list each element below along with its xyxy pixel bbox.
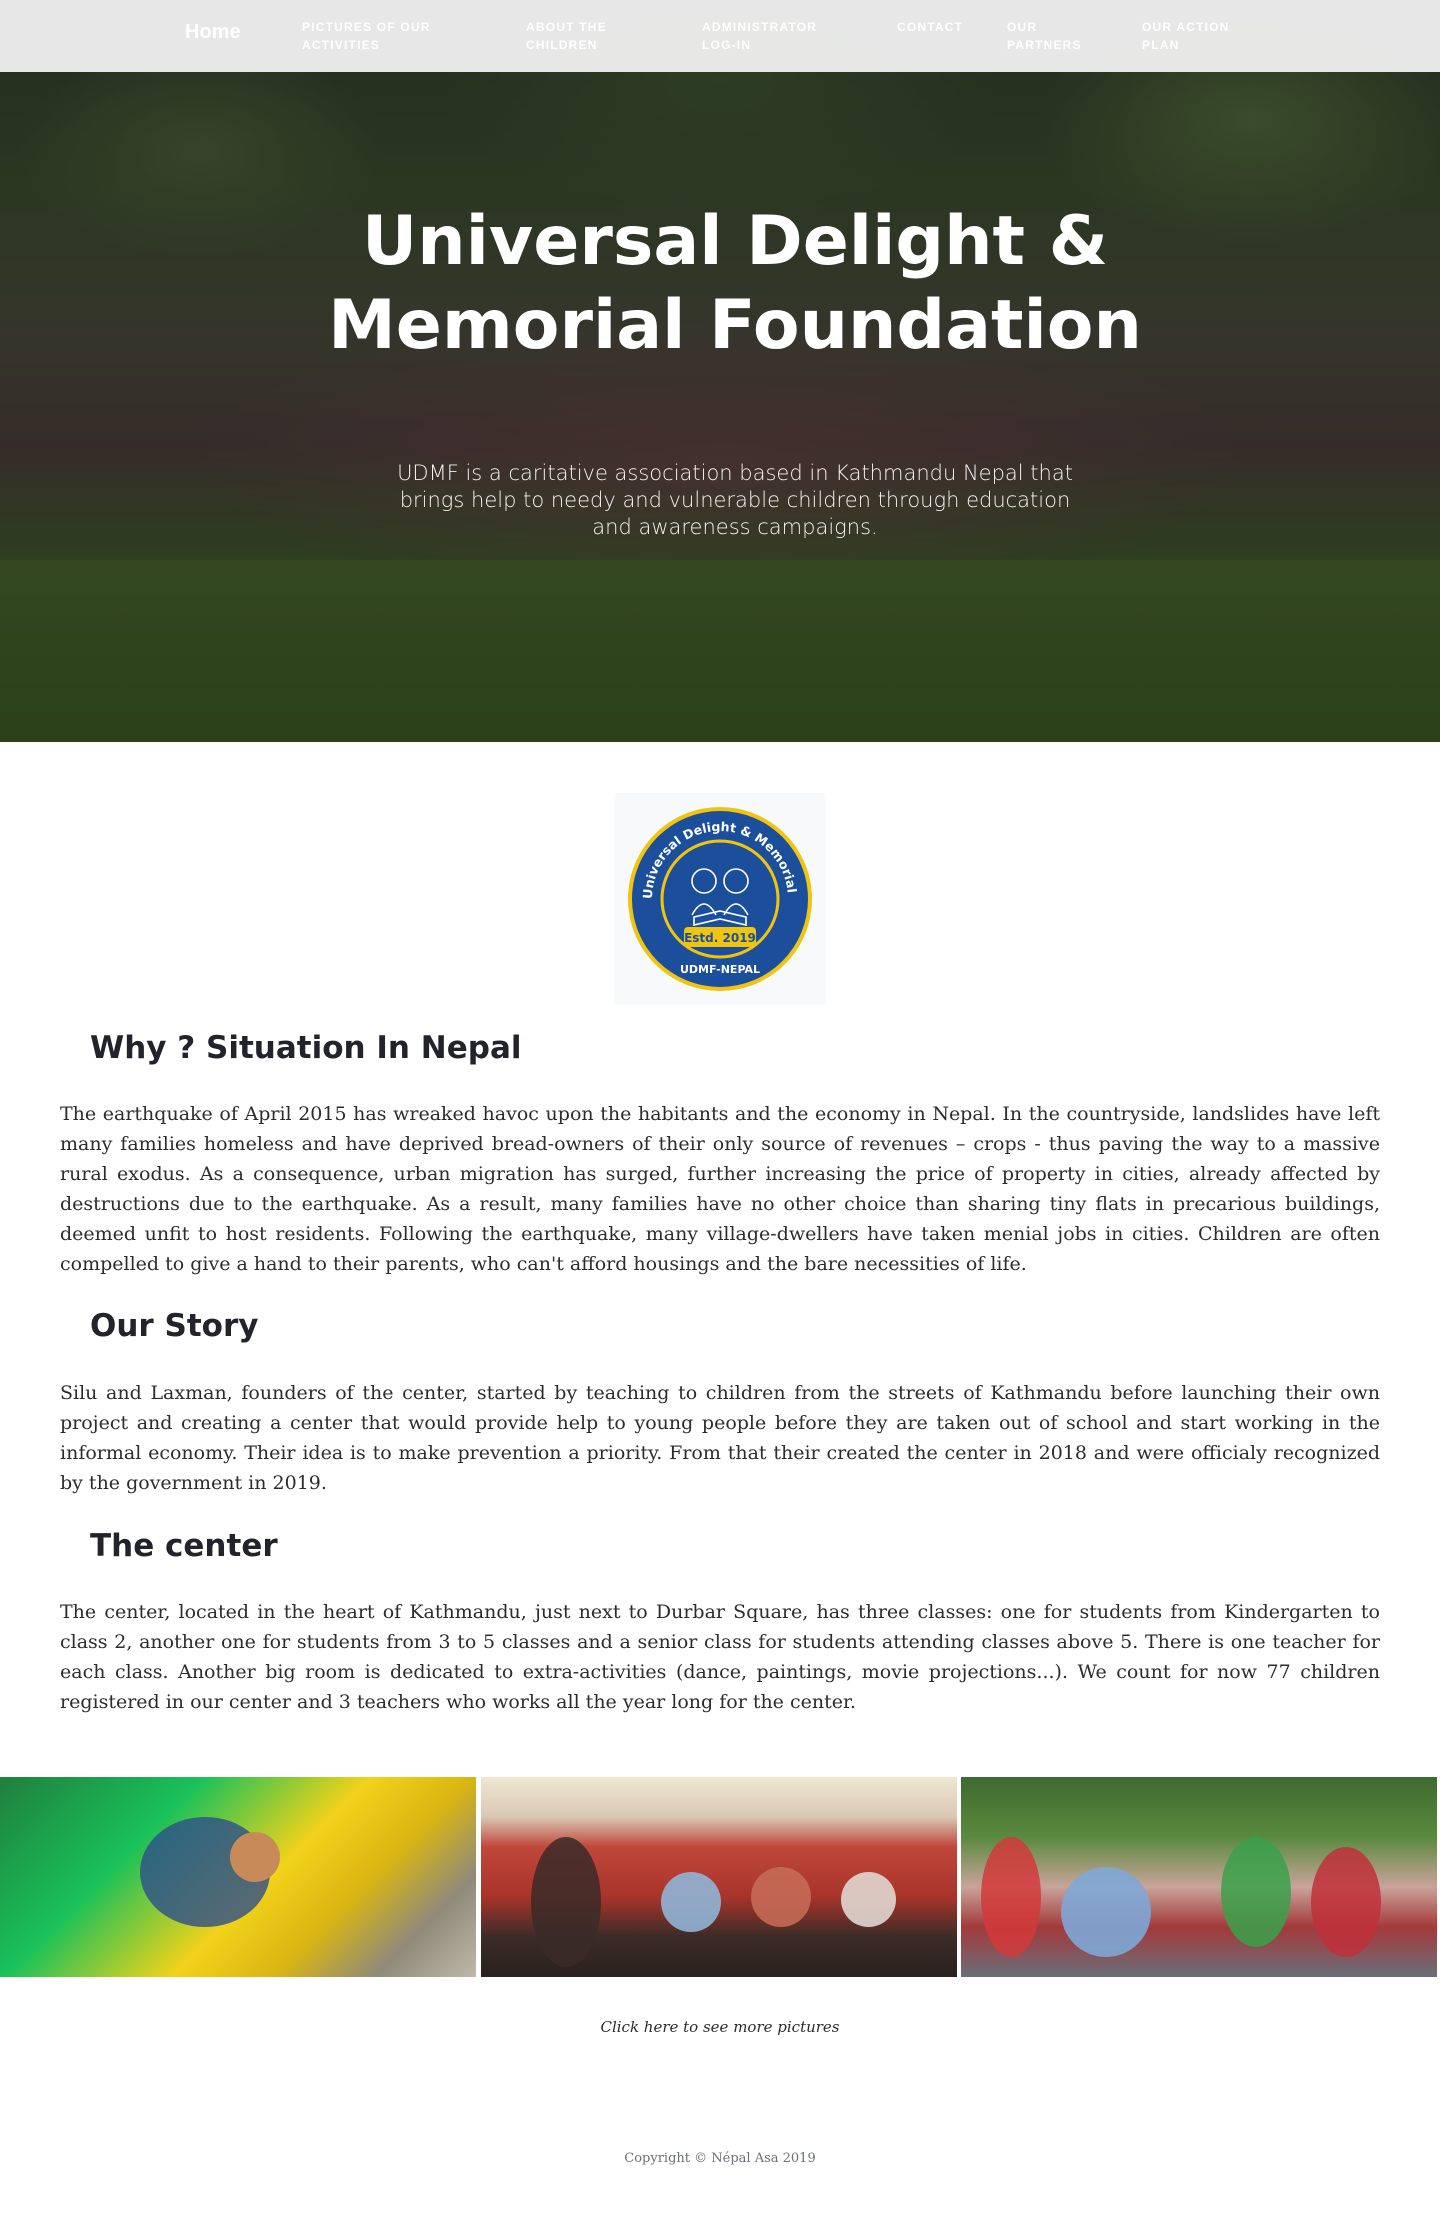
hero-title: Universal Delight & Memorial Foundation [328,202,1142,365]
photo-child-figure [981,1837,1041,1957]
logo-blue-ring [632,811,808,987]
section-body-our-story: Silu and Laxman, founders of the center,… [60,1382,1380,1494]
logo-established-text: Estd. 2019 [684,931,756,945]
photo-student-figure [751,1867,811,1927]
nav-home-link[interactable]: Home [185,22,241,42]
section-title-the-center: The center [90,1528,278,1564]
gallery-photo-classroom[interactable] [481,1777,957,1977]
section-title-our-story: Our Story [90,1308,259,1344]
nav-contact-link[interactable]: CONTACT [897,18,997,36]
nav-action-plan-link[interactable]: OUR ACTION PLAN [1142,18,1262,54]
section-title-why: Why ? Situation In Nepal [90,1030,522,1066]
photo-adult-figure [1061,1867,1151,1957]
logo-bottom-text: UDMF-NEPAL [680,963,760,976]
photo-student-figure [661,1872,721,1932]
photo-child-figure [1311,1847,1381,1957]
photo-child-face [230,1832,280,1882]
nav-pictures-link[interactable]: PICTURES OF OUR ACTIVITIES [302,18,482,54]
gallery-photo-slide[interactable] [0,1777,476,1977]
photo-student-figure [841,1872,896,1927]
footer-copyright: Copyright © Népal Asa 2019 [624,2151,816,2166]
photo-child-figure [1221,1837,1291,1947]
foundation-logo: Universal Delight & Memorial Foundation … [614,793,826,1005]
hero-dark-overlay [0,0,1440,742]
photo-student-figure [531,1837,601,1967]
top-navigation-bar: Home PICTURES OF OUR ACTIVITIES ABOUT TH… [0,0,1440,72]
section-body-why: The earthquake of April 2015 has wreaked… [60,1103,1380,1275]
photo-gallery-strip [0,1777,1440,1977]
gallery-photo-group[interactable] [961,1777,1437,1977]
section-body-the-center: The center, located in the heart of Kath… [60,1601,1380,1713]
more-pictures-link[interactable]: Click here to see more pictures [0,2018,1440,2036]
hero-banner: Universal Delight & Memorial Foundation … [0,0,1440,742]
foundation-logo-emblem: Universal Delight & Memorial Foundation … [614,793,812,991]
nav-admin-login-link[interactable]: ADMINISTRATOR LOG-IN [702,18,852,54]
nav-partners-link[interactable]: OUR PARTNERS [1007,18,1107,54]
nav-about-children-link[interactable]: ABOUT THE CHILDREN [526,18,666,54]
hero-subtitle: UDMF is a caritative association based i… [397,461,1073,539]
